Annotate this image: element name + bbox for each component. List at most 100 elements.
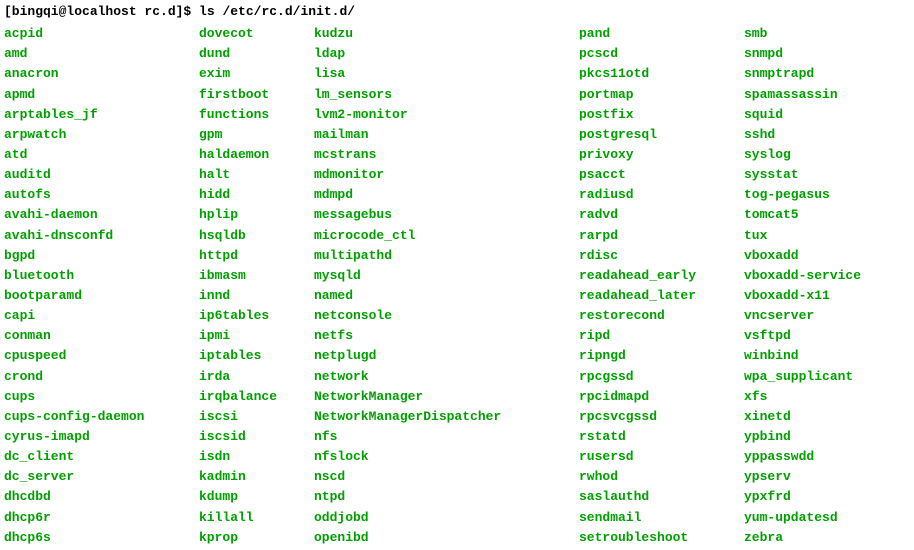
file-entry: vsftpd bbox=[744, 326, 861, 346]
file-entry: firstboot bbox=[199, 85, 314, 105]
file-entry: readahead_later bbox=[579, 286, 744, 306]
file-entry: rpcsvcgssd bbox=[579, 407, 744, 427]
file-entry: ripngd bbox=[579, 346, 744, 366]
file-entry: lm_sensors bbox=[314, 85, 579, 105]
file-entry: postfix bbox=[579, 105, 744, 125]
file-entry: conman bbox=[4, 326, 199, 346]
file-entry: dhcp6s bbox=[4, 528, 199, 548]
file-entry: rarpd bbox=[579, 226, 744, 246]
file-entry: sendmail bbox=[579, 508, 744, 528]
file-entry: bootparamd bbox=[4, 286, 199, 306]
file-entry: bluetooth bbox=[4, 266, 199, 286]
file-entry: functions bbox=[199, 105, 314, 125]
file-entry: irda bbox=[199, 367, 314, 387]
file-entry: crond bbox=[4, 367, 199, 387]
file-entry: netconsole bbox=[314, 306, 579, 326]
file-entry: radvd bbox=[579, 205, 744, 225]
file-entry: rusersd bbox=[579, 447, 744, 467]
file-entry: syslog bbox=[744, 145, 861, 165]
file-entry: nscd bbox=[314, 467, 579, 487]
file-entry: anacron bbox=[4, 64, 199, 84]
ls-column-2: kudzuldaplisalm_sensorslvm2-monitormailm… bbox=[314, 24, 579, 548]
file-entry: rdisc bbox=[579, 246, 744, 266]
file-entry: arpwatch bbox=[4, 125, 199, 145]
file-entry: ripd bbox=[579, 326, 744, 346]
file-entry: pcscd bbox=[579, 44, 744, 64]
file-entry: zebra bbox=[744, 528, 861, 548]
file-entry: squid bbox=[744, 105, 861, 125]
file-entry: bgpd bbox=[4, 246, 199, 266]
ls-column-4: smbsnmpdsnmptrapdspamassassinsquidsshdsy… bbox=[744, 24, 861, 548]
file-entry: irqbalance bbox=[199, 387, 314, 407]
file-entry: netfs bbox=[314, 326, 579, 346]
file-entry: ipmi bbox=[199, 326, 314, 346]
file-entry: hsqldb bbox=[199, 226, 314, 246]
file-entry: amd bbox=[4, 44, 199, 64]
file-entry: rpcidmapd bbox=[579, 387, 744, 407]
file-entry: setroubleshoot bbox=[579, 528, 744, 548]
file-entry: mailman bbox=[314, 125, 579, 145]
file-entry: mdmonitor bbox=[314, 165, 579, 185]
file-entry: portmap bbox=[579, 85, 744, 105]
file-entry: isdn bbox=[199, 447, 314, 467]
file-entry: avahi-daemon bbox=[4, 205, 199, 225]
file-entry: atd bbox=[4, 145, 199, 165]
file-entry: snmpd bbox=[744, 44, 861, 64]
file-entry: openibd bbox=[314, 528, 579, 548]
file-entry: microcode_ctl bbox=[314, 226, 579, 246]
file-entry: rpcgssd bbox=[579, 367, 744, 387]
file-entry: dhcdbd bbox=[4, 487, 199, 507]
file-entry: rwhod bbox=[579, 467, 744, 487]
file-entry: halt bbox=[199, 165, 314, 185]
file-entry: psacct bbox=[579, 165, 744, 185]
file-entry: ypserv bbox=[744, 467, 861, 487]
ls-column-3: pandpcscdpkcs11otdportmappostfixpostgres… bbox=[579, 24, 744, 548]
file-entry: iscsi bbox=[199, 407, 314, 427]
file-entry: dund bbox=[199, 44, 314, 64]
file-entry: cpuspeed bbox=[4, 346, 199, 366]
file-entry: arptables_jf bbox=[4, 105, 199, 125]
file-entry: hplip bbox=[199, 205, 314, 225]
file-entry: pkcs11otd bbox=[579, 64, 744, 84]
file-entry: network bbox=[314, 367, 579, 387]
ls-output: acpidamdanacronapmdarptables_jfarpwatcha… bbox=[4, 24, 910, 548]
file-entry: kdump bbox=[199, 487, 314, 507]
file-entry: ip6tables bbox=[199, 306, 314, 326]
file-entry: haldaemon bbox=[199, 145, 314, 165]
file-entry: ibmasm bbox=[199, 266, 314, 286]
file-entry: capi bbox=[4, 306, 199, 326]
file-entry: apmd bbox=[4, 85, 199, 105]
file-entry: sysstat bbox=[744, 165, 861, 185]
file-entry: autofs bbox=[4, 185, 199, 205]
file-entry: pand bbox=[579, 24, 744, 44]
file-entry: oddjobd bbox=[314, 508, 579, 528]
file-entry: exim bbox=[199, 64, 314, 84]
file-entry: tomcat5 bbox=[744, 205, 861, 225]
file-entry: lisa bbox=[314, 64, 579, 84]
file-entry: ypbind bbox=[744, 427, 861, 447]
file-entry: readahead_early bbox=[579, 266, 744, 286]
file-entry: mdmpd bbox=[314, 185, 579, 205]
file-entry: xfs bbox=[744, 387, 861, 407]
file-entry: tux bbox=[744, 226, 861, 246]
file-entry: radiusd bbox=[579, 185, 744, 205]
file-entry: dovecot bbox=[199, 24, 314, 44]
file-entry: kprop bbox=[199, 528, 314, 548]
file-entry: gpm bbox=[199, 125, 314, 145]
file-entry: yum-updatesd bbox=[744, 508, 861, 528]
file-entry: lvm2-monitor bbox=[314, 105, 579, 125]
file-entry: killall bbox=[199, 508, 314, 528]
ls-column-0: acpidamdanacronapmdarptables_jfarpwatcha… bbox=[4, 24, 199, 548]
file-entry: smb bbox=[744, 24, 861, 44]
file-entry: ldap bbox=[314, 44, 579, 64]
file-entry: iscsid bbox=[199, 427, 314, 447]
file-entry: vncserver bbox=[744, 306, 861, 326]
terminal-prompt-line: [bingqi@localhost rc.d]$ ls /etc/rc.d/in… bbox=[4, 2, 910, 22]
file-entry: cups bbox=[4, 387, 199, 407]
file-entry: privoxy bbox=[579, 145, 744, 165]
file-entry: mcstrans bbox=[314, 145, 579, 165]
file-entry: dc_server bbox=[4, 467, 199, 487]
file-entry: nfs bbox=[314, 427, 579, 447]
file-entry: kadmin bbox=[199, 467, 314, 487]
file-entry: winbind bbox=[744, 346, 861, 366]
